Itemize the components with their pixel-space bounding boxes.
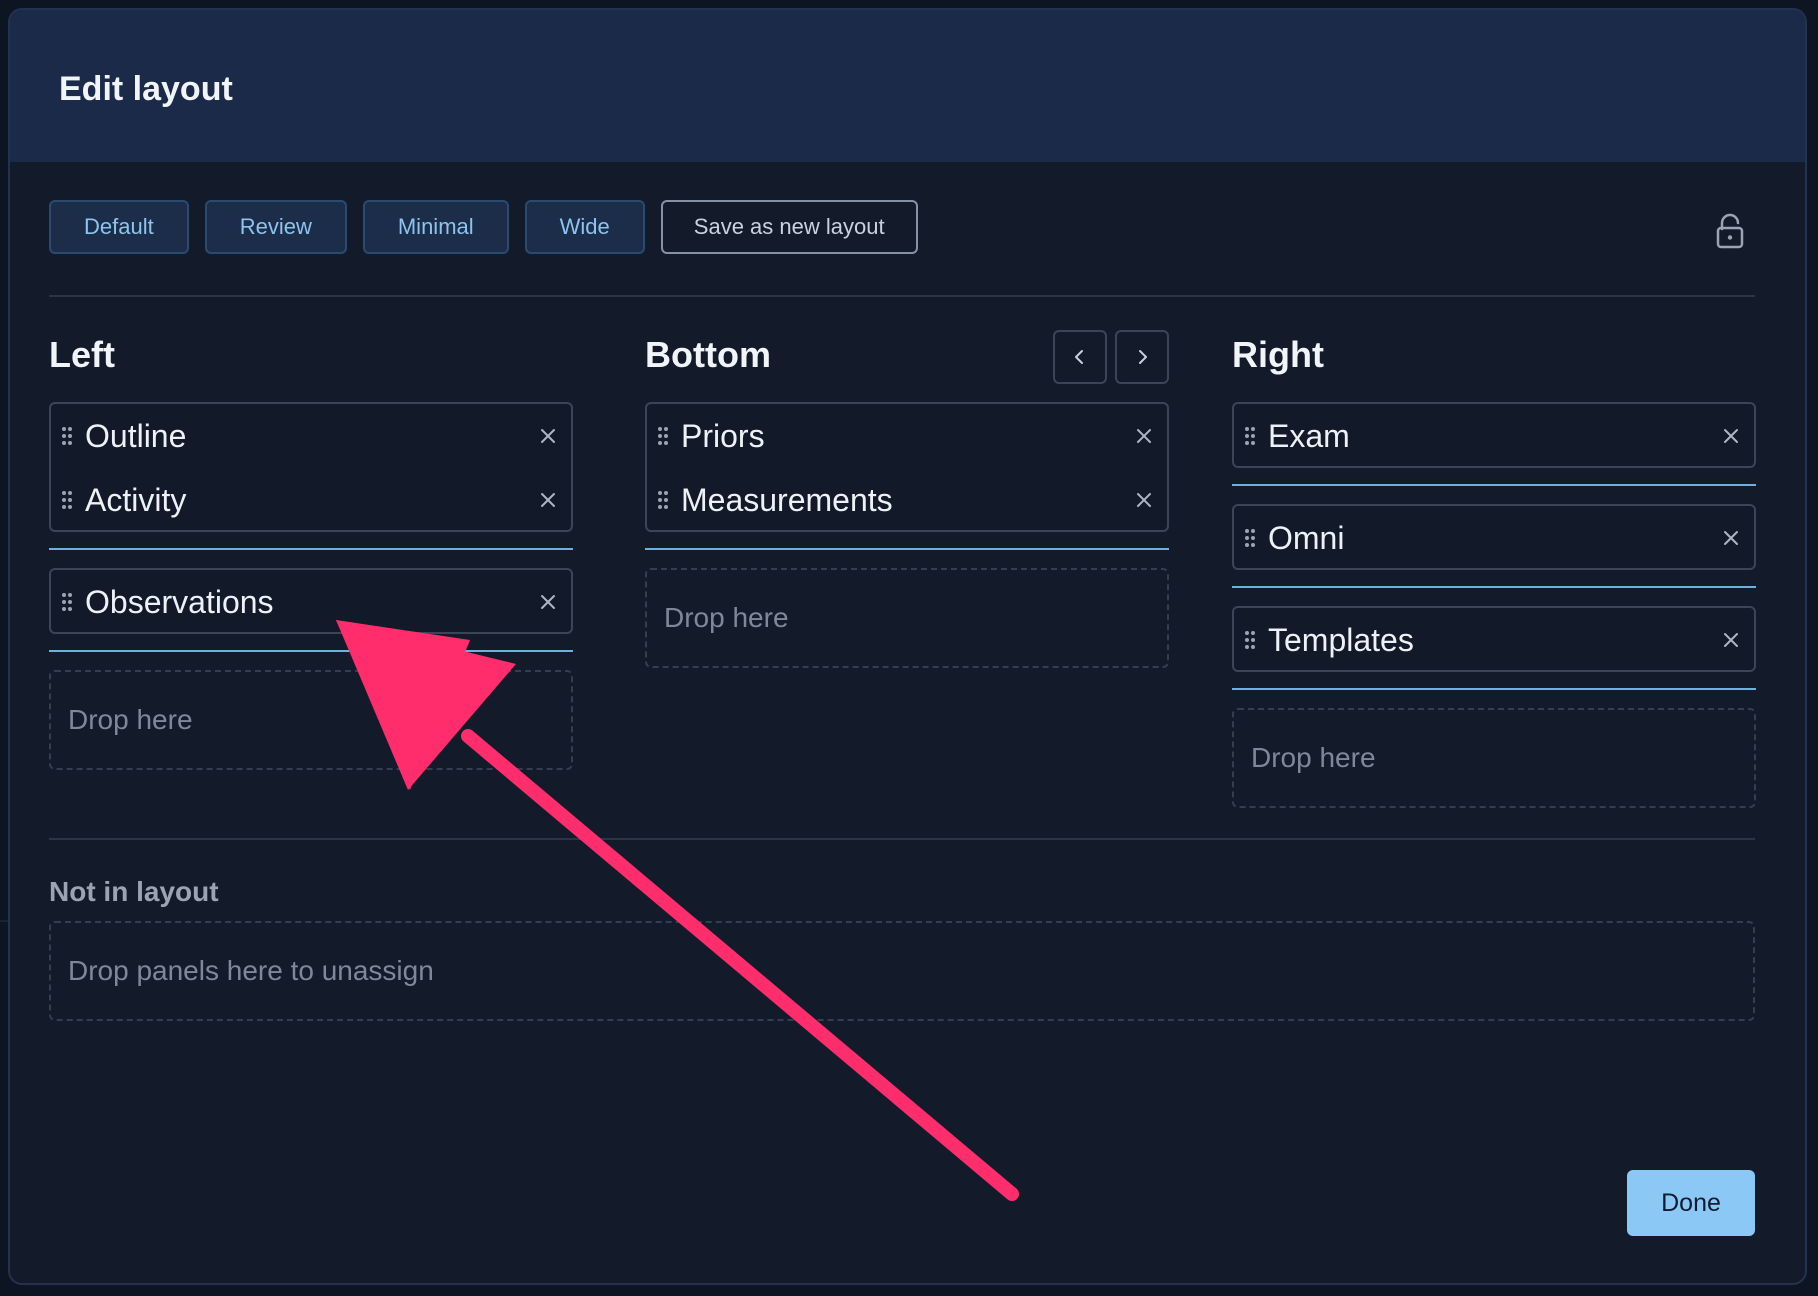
panel-item-omni[interactable]: Omni [1234,506,1754,570]
panel-item-exam[interactable]: Exam [1234,404,1754,468]
drag-handle-icon[interactable] [657,490,669,510]
panel-item-outline[interactable]: Outline [51,404,571,468]
preset-button-review[interactable]: Review [204,200,347,254]
drop-zone-bottom[interactable]: Drop here [645,568,1169,668]
panel-group-right-3: Templates [1232,606,1756,672]
column-title-right: Right [1232,334,1324,375]
panel-label: Activity [85,481,187,518]
panel-label: Outline [85,417,187,454]
preset-button-wide[interactable]: Wide [524,200,645,254]
move-right-button[interactable] [1115,330,1169,384]
column-nav [1053,330,1169,384]
column-title-left: Left [49,334,115,375]
drop-separator [49,548,573,550]
column-bottom: Bottom Priors Measurements Drop here [645,330,1169,668]
close-icon[interactable] [1720,629,1742,651]
panel-group-left-2: Observations [49,568,573,634]
move-left-button[interactable] [1053,330,1107,384]
unassign-drop-zone[interactable]: Drop panels here to unassign [49,921,1755,1021]
panel-label: Observations [85,583,274,620]
preset-button-minimal[interactable]: Minimal [362,200,509,254]
panel-label: Exam [1268,417,1350,454]
drag-handle-icon[interactable] [61,490,73,510]
chevron-right-icon [1139,350,1147,364]
divider-top [49,295,1755,297]
panel-group-right-2: Omni [1232,504,1756,570]
close-icon[interactable] [1133,489,1155,511]
unlock-icon[interactable] [1714,213,1746,249]
close-icon[interactable] [1720,527,1742,549]
panel-item-priors[interactable]: Priors [647,404,1167,468]
divider-middle [49,838,1755,840]
panel-item-observations[interactable]: Observations [51,570,571,634]
panel-label: Priors [681,417,765,454]
drag-handle-icon[interactable] [1244,528,1256,548]
close-icon[interactable] [1720,425,1742,447]
drag-handle-icon[interactable] [1244,630,1256,650]
preset-button-default[interactable]: Default [49,200,189,254]
save-as-new-layout-button[interactable]: Save as new layout [660,200,918,254]
backdrop-line [0,920,8,922]
drop-zone-right[interactable]: Drop here [1232,708,1756,808]
drop-zone-left[interactable]: Drop here [49,670,573,770]
panel-group-left-1: Outline Activity [49,402,573,532]
drop-separator [1232,484,1756,486]
panel-label: Measurements [681,481,893,518]
close-icon[interactable] [537,489,559,511]
drag-handle-icon[interactable] [61,426,73,446]
drop-separator [1232,688,1756,690]
panel-item-templates[interactable]: Templates [1234,608,1754,672]
close-icon[interactable] [537,425,559,447]
drop-separator [645,548,1169,550]
dialog-title: Edit layout [59,70,233,108]
not-in-layout-title: Not in layout [49,876,219,907]
close-icon[interactable] [537,591,559,613]
panel-group-right-1: Exam [1232,402,1756,468]
drop-separator [1232,586,1756,588]
panel-item-measurements[interactable]: Measurements [647,468,1167,532]
panel-group-bottom-1: Priors Measurements [645,402,1169,532]
column-left: Left Outline Activity Observations Drop … [49,330,573,770]
drag-handle-icon[interactable] [1244,426,1256,446]
drag-handle-icon[interactable] [61,592,73,612]
drop-separator [49,650,573,652]
column-right: Right Exam Omni Templates Drop here [1232,330,1756,808]
chevron-left-icon [1075,350,1083,364]
dialog-header: Edit layout [10,10,1805,162]
done-button[interactable]: Done [1627,1170,1755,1236]
close-icon[interactable] [1133,425,1155,447]
drag-handle-icon[interactable] [657,426,669,446]
panel-item-activity[interactable]: Activity [51,468,571,532]
panel-label: Omni [1268,519,1345,556]
preset-row: Default Review Minimal Wide Save as new … [49,200,918,256]
panel-label: Templates [1268,621,1414,658]
